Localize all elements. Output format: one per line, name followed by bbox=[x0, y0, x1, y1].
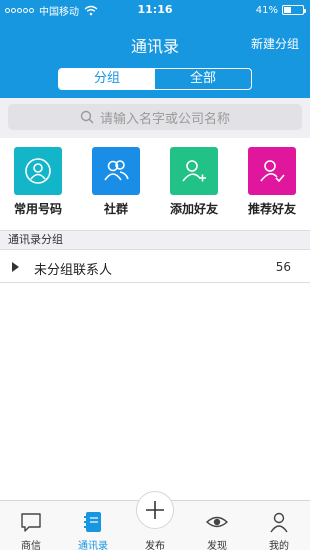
person-circle-icon bbox=[25, 158, 51, 184]
shortcut-tile bbox=[92, 147, 140, 195]
segmented-control: 分组 全部 bbox=[58, 68, 252, 90]
group-name: 未分组联系人 bbox=[34, 263, 113, 278]
section-header: 通讯录分组 bbox=[0, 230, 310, 250]
group-row[interactable]: 未分组联系人 56 bbox=[0, 250, 310, 283]
shortcut-recommend-friend[interactable]: 推荐好友 bbox=[242, 147, 302, 217]
battery-percent: 41% bbox=[255, 4, 278, 16]
segment-group[interactable]: 分组 bbox=[59, 69, 155, 89]
plus-icon bbox=[146, 501, 164, 519]
expand-triangle-icon bbox=[12, 262, 19, 272]
tab-profile[interactable]: 我的 bbox=[248, 501, 310, 550]
app-header: 中国移动 11:16 41% 通讯录 新建分组 分组 全部 bbox=[0, 0, 310, 98]
tab-contacts[interactable]: 通讯录 bbox=[62, 501, 124, 550]
tab-bar: 商信 通讯录 发布 发现 我的 bbox=[0, 491, 310, 550]
tab-label: 发布 bbox=[145, 541, 165, 550]
shortcut-tile bbox=[170, 147, 218, 195]
recommend-friend-icon bbox=[260, 160, 285, 183]
shortcut-label: 添加好友 bbox=[169, 202, 218, 216]
person-icon bbox=[270, 512, 288, 533]
search-icon bbox=[80, 110, 94, 124]
battery-icon bbox=[282, 5, 306, 15]
shortcut-add-friend[interactable]: 添加好友 bbox=[164, 147, 224, 217]
group-count: 56 bbox=[275, 260, 291, 274]
battery-area: 41% bbox=[255, 3, 306, 17]
tab-label: 发现 bbox=[207, 541, 227, 550]
shortcut-tile bbox=[14, 147, 62, 195]
shortcut-frequent-numbers[interactable]: 常用号码 bbox=[8, 147, 68, 217]
search-area: 请输入名字或公司名称 bbox=[0, 98, 310, 138]
publish-circle bbox=[136, 491, 174, 529]
tab-label: 通讯录 bbox=[78, 541, 108, 550]
status-bar: 中国移动 11:16 41% bbox=[0, 0, 310, 20]
tab-publish[interactable]: 发布 bbox=[124, 491, 186, 550]
battery-level-fill bbox=[284, 7, 291, 13]
shortcut-label: 常用号码 bbox=[13, 202, 62, 216]
shortcut-grid: 常用号码 社群 添加好友 推荐好友 bbox=[0, 138, 310, 230]
contacts-book-icon bbox=[84, 512, 101, 532]
eye-icon bbox=[205, 516, 229, 528]
add-friend-icon bbox=[182, 160, 206, 182]
group-icon bbox=[104, 160, 129, 181]
tab-discover[interactable]: 发现 bbox=[186, 501, 248, 550]
search-placeholder: 请输入名字或公司名称 bbox=[99, 111, 230, 127]
tab-label: 商信 bbox=[21, 541, 41, 550]
shortcut-community[interactable]: 社群 bbox=[86, 147, 146, 217]
shortcut-label: 社群 bbox=[103, 202, 128, 216]
new-group-button[interactable]: 新建分组 bbox=[251, 35, 299, 52]
shortcut-label: 推荐好友 bbox=[247, 202, 296, 216]
segment-all[interactable]: 全部 bbox=[155, 69, 251, 89]
tab-label: 我的 bbox=[269, 541, 289, 550]
tab-messages[interactable]: 商信 bbox=[0, 501, 62, 550]
shortcut-tile bbox=[248, 147, 296, 195]
battery-tip bbox=[304, 9, 306, 13]
chat-bubble-icon bbox=[21, 513, 41, 532]
search-input[interactable]: 请输入名字或公司名称 bbox=[8, 104, 302, 130]
